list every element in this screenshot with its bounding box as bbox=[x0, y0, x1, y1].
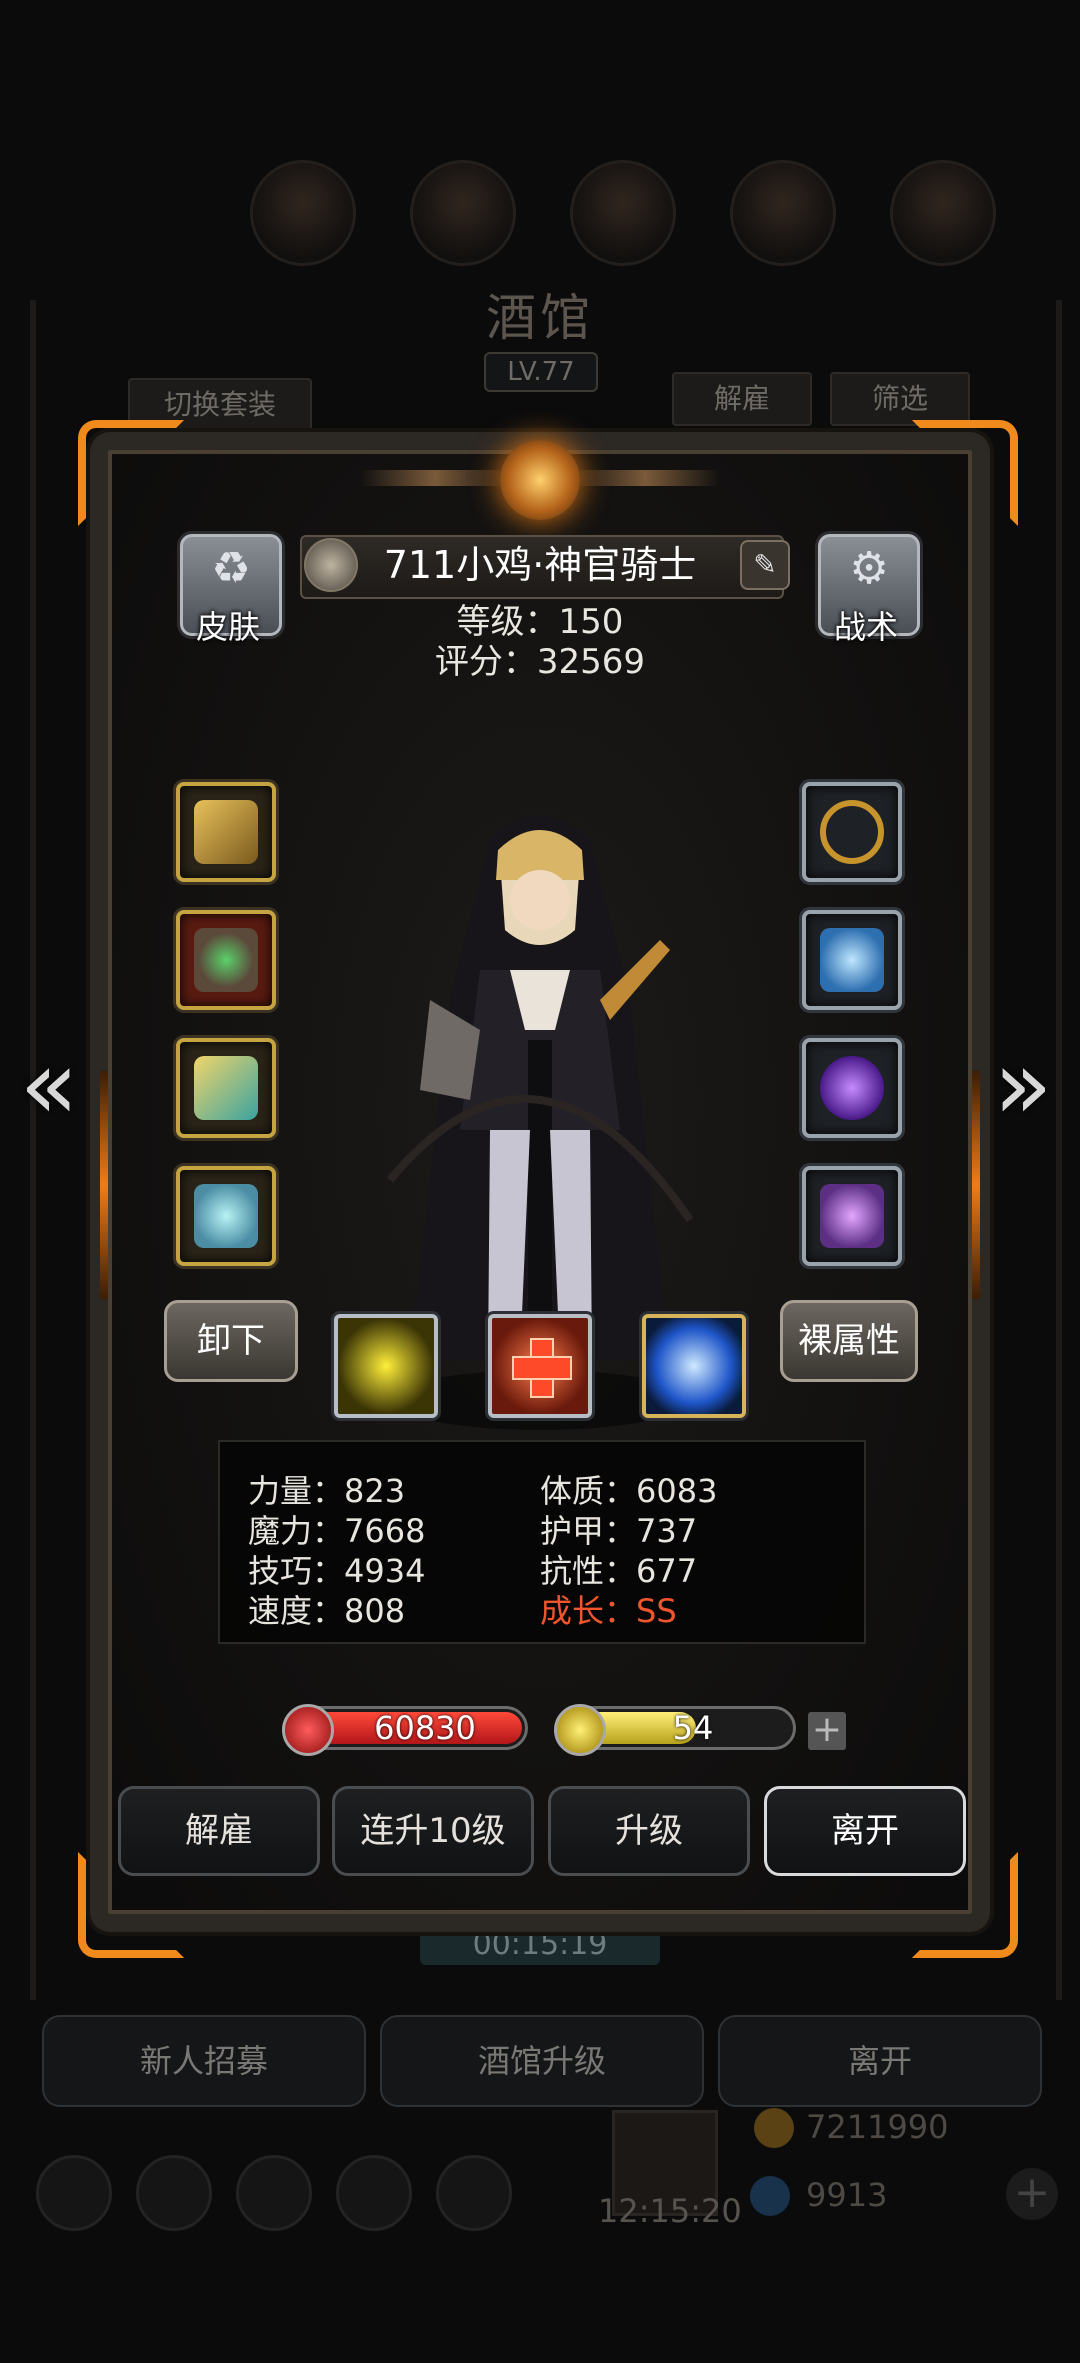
next-hero-arrow-icon[interactable]: » bbox=[988, 1037, 1058, 1133]
heart-icon bbox=[282, 1704, 334, 1756]
eye-skill-icon[interactable] bbox=[642, 1314, 746, 1418]
menu-icon[interactable] bbox=[436, 2155, 512, 2231]
gold-icon bbox=[754, 2108, 794, 2148]
relic-icon bbox=[820, 1184, 884, 1248]
equip-slot-halo[interactable] bbox=[802, 782, 902, 882]
skin-label: 皮肤 bbox=[195, 608, 260, 646]
add-icon[interactable]: + bbox=[1006, 2168, 1058, 2220]
shirt-icon: ♻ bbox=[211, 543, 251, 594]
ring-icon bbox=[194, 1184, 258, 1248]
frame-corner bbox=[78, 420, 184, 526]
equip-slot-orb[interactable] bbox=[802, 1038, 902, 1138]
base-attr-button[interactable]: 裸属性 bbox=[780, 1300, 918, 1382]
bg-hero-icon bbox=[250, 160, 356, 266]
energy-value: 54 bbox=[672, 1709, 714, 1747]
gauntlet-icon bbox=[194, 1056, 258, 1120]
menu-icon[interactable] bbox=[336, 2155, 412, 2231]
bg-hero-icon bbox=[890, 160, 996, 266]
equip-slot-amulet[interactable] bbox=[176, 910, 276, 1010]
leave-button[interactable]: 离开 bbox=[764, 1786, 966, 1876]
staff-icon bbox=[194, 800, 258, 864]
equip-slot-gauntlet[interactable] bbox=[176, 1038, 276, 1138]
gift-timer: 12:15:20 bbox=[598, 2192, 742, 2230]
equip-slot-weapon[interactable] bbox=[176, 782, 276, 882]
recruit-button[interactable]: 新人招募 bbox=[42, 2015, 366, 2107]
stat-growth: 成长：SS bbox=[540, 1592, 677, 1630]
gem-amount: 9913 bbox=[806, 2176, 888, 2214]
add-energy-button[interactable]: + bbox=[808, 1712, 846, 1750]
bg-hero-icon bbox=[730, 160, 836, 266]
heal-cross-skill-icon[interactable] bbox=[488, 1314, 592, 1418]
panel-emblem-icon bbox=[500, 440, 580, 520]
fist-skill-icon[interactable] bbox=[334, 1314, 438, 1418]
level-up-10-button[interactable]: 连升10级 bbox=[332, 1786, 534, 1876]
hp-value: 60830 bbox=[374, 1709, 476, 1747]
lightning-icon bbox=[554, 1704, 606, 1756]
menu-icon[interactable] bbox=[36, 2155, 112, 2231]
gold-amount: 7211990 bbox=[806, 2108, 949, 2146]
menu-icon[interactable] bbox=[136, 2155, 212, 2231]
frame-glow bbox=[100, 1070, 108, 1300]
level-up-button[interactable]: 升级 bbox=[548, 1786, 750, 1876]
emblem-wing bbox=[570, 470, 720, 486]
equip-slot-ring[interactable] bbox=[176, 1166, 276, 1266]
dismiss-button[interactable]: 解雇 bbox=[118, 1786, 320, 1876]
cross-shape bbox=[512, 1356, 572, 1380]
unequip-button[interactable]: 卸下 bbox=[164, 1300, 298, 1382]
hero-score: 评分：32569 bbox=[434, 642, 646, 682]
halo-icon bbox=[820, 800, 884, 864]
prev-hero-arrow-icon[interactable]: « bbox=[14, 1037, 84, 1133]
hero-name: 711小鸡·神官骑士 bbox=[383, 543, 697, 587]
menu-icon[interactable] bbox=[236, 2155, 312, 2231]
frame-glow bbox=[972, 1070, 980, 1300]
tavern-top-icons bbox=[250, 160, 996, 270]
bg-hero-icon bbox=[410, 160, 516, 266]
gear-icon: ⚙ bbox=[849, 543, 889, 594]
emblem-wing bbox=[360, 470, 510, 486]
equip-slot-crystal[interactable] bbox=[802, 910, 902, 1010]
amulet-icon bbox=[194, 928, 258, 992]
bg-hero-icon bbox=[570, 160, 676, 266]
crystal-icon bbox=[820, 928, 884, 992]
tavern-upgrade-button[interactable]: 酒馆升级 bbox=[380, 2015, 704, 2107]
gem-icon bbox=[750, 2176, 790, 2216]
tactics-label: 战术 bbox=[833, 608, 898, 646]
stat-speed: 速度：808 bbox=[248, 1592, 406, 1630]
edit-name-icon[interactable]: ✎ bbox=[740, 540, 790, 590]
frame-corner bbox=[912, 420, 1018, 526]
tavern-leave-button[interactable]: 离开 bbox=[718, 2015, 1042, 2107]
equip-slot-relic[interactable] bbox=[802, 1166, 902, 1266]
orb-icon bbox=[820, 1056, 884, 1120]
